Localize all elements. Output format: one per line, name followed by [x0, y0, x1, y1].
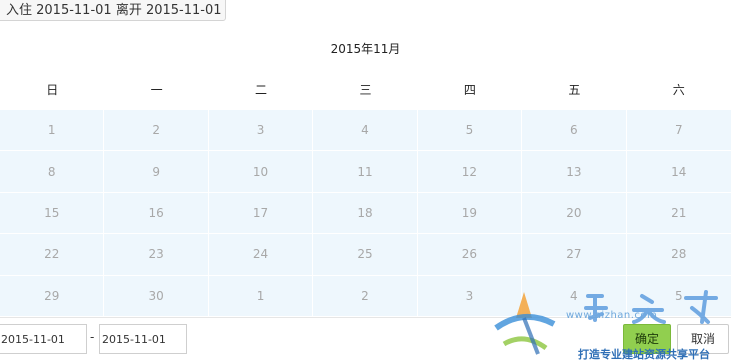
date-range-text: 入住 2015-11-01 离开 2015-11-01	[6, 3, 222, 18]
start-date-input[interactable]	[0, 324, 87, 354]
day-cell[interactable]: 9	[104, 151, 209, 193]
weekday-sun: 日	[46, 83, 59, 97]
day-cell[interactable]: 14	[626, 151, 731, 193]
weekday-sat: 六	[672, 83, 685, 97]
day-cell[interactable]: 28	[626, 234, 731, 276]
day-cell[interactable]: 23	[104, 234, 209, 276]
day-cell[interactable]: 15	[0, 192, 105, 235]
day-cell[interactable]: 1	[208, 275, 314, 317]
weekday-tue: 二	[255, 83, 268, 97]
day-cell[interactable]: 12	[417, 151, 523, 193]
day-cell[interactable]: 3	[208, 110, 314, 152]
day-cell[interactable]: 10	[208, 151, 314, 193]
date-separator: -	[90, 330, 95, 344]
day-cell[interactable]: 30	[104, 275, 209, 317]
date-range-trigger[interactable]: 入住 2015-11-01 离开 2015-11-01	[0, 0, 226, 21]
day-cell[interactable]: 7	[626, 110, 731, 152]
weekday-thu: 四	[463, 83, 476, 97]
day-cell[interactable]: 26	[417, 234, 523, 276]
calendar-footer: - 确定 取消	[0, 317, 731, 364]
day-cell[interactable]: 17	[208, 192, 314, 235]
weekday-mon: 一	[150, 83, 163, 97]
day-cell[interactable]: 8	[0, 151, 105, 193]
day-cell[interactable]: 24	[208, 234, 314, 276]
day-cell[interactable]: 29	[0, 275, 105, 317]
day-cell[interactable]: 21	[626, 193, 731, 235]
day-cell[interactable]: 5	[417, 110, 523, 152]
weekday-header: 日 一 二 三 四 五 六	[0, 72, 731, 110]
day-cell[interactable]: 25	[313, 234, 418, 276]
day-cell[interactable]: 3	[417, 275, 523, 317]
day-cell[interactable]: 20	[522, 192, 627, 235]
day-cell[interactable]: 11	[313, 151, 418, 193]
day-cell[interactable]: 2	[313, 275, 418, 317]
calendar-grid: 1 2 3 4 5 6 7 8 9 10 11 12 13 14 15 16 17 18 19 20 21 22 23 24 2…	[0, 110, 731, 317]
day-cell[interactable]: 19	[417, 192, 523, 235]
weekday-wed: 三	[359, 83, 372, 97]
day-cell[interactable]: 13	[522, 151, 627, 193]
end-date-input[interactable]	[99, 324, 187, 354]
confirm-button[interactable]: 确定	[623, 324, 671, 354]
day-cell[interactable]: 27	[522, 234, 627, 276]
day-cell[interactable]: 18	[313, 192, 418, 235]
day-cell[interactable]: 4	[522, 275, 627, 317]
month-title: 2015年11月	[330, 42, 401, 56]
day-cell[interactable]: 2	[104, 110, 209, 152]
day-cell[interactable]: 1	[0, 110, 105, 152]
weekday-fri: 五	[568, 83, 581, 97]
cancel-button[interactable]: 取消	[677, 324, 729, 354]
day-cell[interactable]: 6	[522, 110, 627, 152]
day-cell[interactable]: 4	[313, 110, 418, 152]
day-cell[interactable]: 5	[626, 276, 731, 317]
day-cell[interactable]: 16	[104, 192, 209, 235]
day-cell[interactable]: 22	[0, 234, 105, 276]
